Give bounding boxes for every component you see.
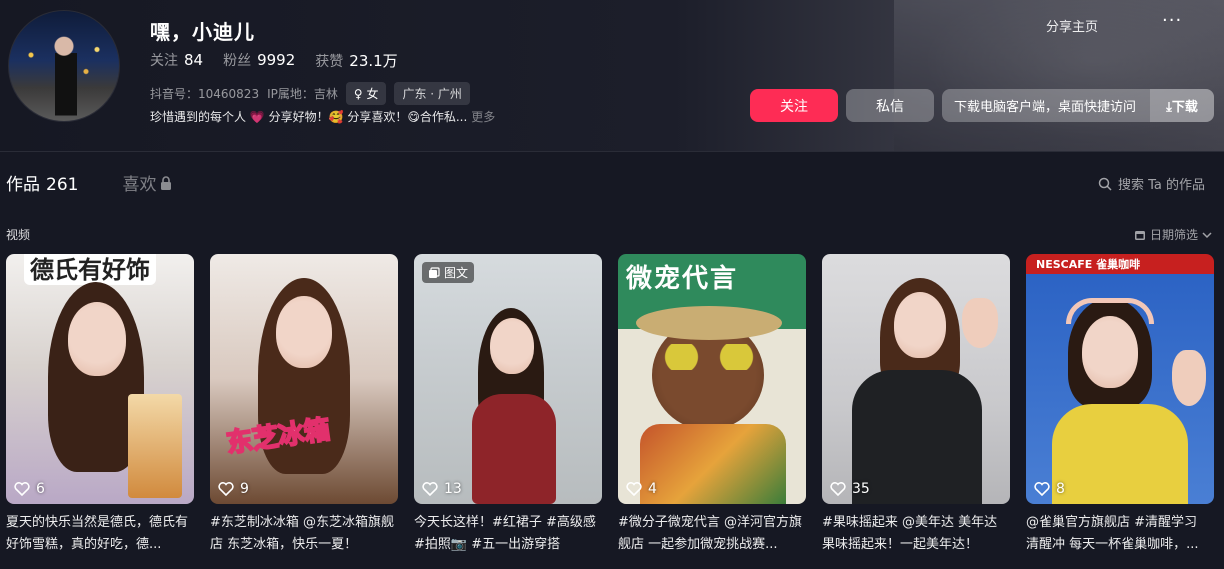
stat-label: 关注 — [150, 53, 178, 69]
video-description[interactable]: @雀巢官方旗舰店 #清醒学习 清醒冲 每天一杯雀巢咖啡，... — [1026, 512, 1214, 558]
douyin-id: 抖音号：10460823 — [150, 87, 260, 101]
tab-works-count: 261 — [46, 175, 79, 195]
video-card[interactable]: 微宠代言 4 #微分子微宠代言 @洋河官方旗舰店 一起参加微宠挑战赛... — [618, 254, 806, 558]
thumbnail-overlay-text: 微宠代言 — [626, 264, 739, 294]
thumbnail-figure — [1082, 316, 1138, 388]
video-thumbnail[interactable]: 35 — [822, 254, 1010, 504]
profile-meta: 抖音号：10460823 IP属地：吉林 ♀ 女 广东 · 广州 — [150, 82, 470, 105]
avatar[interactable] — [8, 10, 120, 122]
heart-icon — [626, 482, 642, 496]
thumbnail-product — [128, 394, 182, 498]
video-likes: 6 — [14, 481, 45, 497]
location-tag: 广东 · 广州 — [394, 82, 470, 105]
tab-works-label: 作品 — [6, 175, 40, 195]
gender-tag: ♀ 女 — [345, 82, 387, 105]
profile-tabs: 作品 261 喜欢 — [6, 170, 172, 195]
date-filter-button[interactable]: 日期筛选 — [1134, 226, 1212, 243]
bio-text: 珍惜遇到的每个人 💗 分享好物！🥰 分享喜欢！😋合作私... — [150, 110, 468, 124]
search-icon — [1098, 177, 1112, 191]
share-home-button[interactable]: 分享主页 — [1046, 16, 1098, 35]
thumbnail-sunglasses — [654, 344, 764, 370]
video-thumbnail[interactable]: 东芝冰箱 9 — [210, 254, 398, 504]
date-filter-label: 日期筛选 — [1150, 228, 1199, 242]
video-likes-count: 6 — [36, 481, 45, 497]
stat-value: 9992 — [257, 51, 296, 69]
search-placeholder: 搜索 Ta 的作品 — [1118, 178, 1206, 193]
video-thumbnail[interactable]: 图文 13 — [414, 254, 602, 504]
ip-location: IP属地：吉林 — [267, 87, 338, 101]
video-likes-count: 9 — [240, 481, 249, 497]
bio-more-link[interactable]: 更多 — [471, 108, 495, 125]
image-stack-icon — [429, 266, 440, 278]
stat-following[interactable]: 关注 84 — [150, 50, 203, 71]
video-likes-count: 4 — [648, 481, 657, 497]
video-likes-count: 35 — [852, 481, 870, 497]
thumbnail-overlay-text: 德氏有好饰 — [24, 254, 156, 285]
message-button[interactable]: 私信 — [846, 89, 934, 122]
thumbnail-dress — [472, 394, 556, 504]
video-description[interactable]: #果味摇起来 @美年达 美年达果味摇起来！一起美年达！ — [822, 512, 1010, 558]
video-card[interactable]: 德氏有好饰 6 夏天的快乐当然是德氏，德氏有好饰雪糕，真的好吃，德... — [6, 254, 194, 558]
video-likes: 9 — [218, 481, 249, 497]
download-button[interactable]: ⤓下载 — [1150, 89, 1214, 122]
video-thumbnail[interactable]: 微宠代言 4 — [618, 254, 806, 504]
video-description[interactable]: #东芝制冰冰箱 @东芝冰箱旗舰店 东芝冰箱，快乐一夏！ — [210, 512, 398, 558]
thumbnail-figure — [68, 302, 126, 376]
thumbnail-hand — [962, 298, 998, 348]
profile-bio: 珍惜遇到的每个人 💗 分享好物！🥰 分享喜欢！😋合作私... 更多 — [150, 108, 495, 125]
video-thumbnail[interactable]: 德氏有好饰 6 — [6, 254, 194, 504]
video-description[interactable]: 今天长这样！#红裙子 #高级感 #拍照📷 #五一出游穿搭 — [414, 512, 602, 558]
stat-label: 获赞 — [315, 54, 344, 70]
tab-likes-label: 喜欢 — [122, 175, 157, 195]
calendar-icon — [1135, 230, 1145, 240]
download-client-text: 下载电脑客户端，桌面快捷访问 — [954, 100, 1137, 115]
thumbnail-shirt — [852, 370, 982, 504]
stat-followers[interactable]: 粉丝 9992 — [223, 50, 295, 71]
video-description[interactable]: 夏天的快乐当然是德氏，德氏有好饰雪糕，真的好吃，德... — [6, 512, 194, 558]
video-likes: 4 — [626, 481, 657, 497]
video-card[interactable]: 35 #果味摇起来 @美年达 美年达果味摇起来！一起美年达！ — [822, 254, 1010, 558]
heart-icon — [830, 482, 846, 496]
stat-value: 23.1万 — [349, 52, 398, 70]
stat-value: 84 — [184, 51, 204, 69]
heart-icon — [218, 482, 234, 496]
video-likes-count: 8 — [1056, 481, 1065, 497]
thumbnail-shirt — [1052, 404, 1188, 504]
thumbnail-shirt — [640, 424, 786, 504]
thumbnail-figure — [490, 318, 534, 374]
section-label: 视频 — [6, 228, 31, 242]
thumbnail-hand — [1172, 350, 1206, 406]
heart-icon — [1034, 482, 1050, 496]
follow-button[interactable]: 关注 — [750, 89, 838, 122]
profile-name: 嘿，小迪儿 — [150, 20, 255, 44]
video-likes-count: 13 — [444, 481, 462, 497]
profile-stats: 关注 84 粉丝 9992 获赞 23.1万 — [150, 50, 398, 71]
thumbnail-figure — [276, 296, 332, 368]
video-card[interactable]: 图文 13 今天长这样！#红裙子 #高级感 #拍照📷 #五一出游穿搭 — [414, 254, 602, 558]
video-likes: 8 — [1034, 481, 1065, 497]
heart-icon — [422, 482, 438, 496]
thumbnail-figure — [894, 292, 946, 358]
tab-works[interactable]: 作品 261 — [6, 170, 78, 195]
thumbnail-overlay-text: NESCAFE 雀巢咖啡 — [1036, 258, 1141, 271]
video-likes: 13 — [422, 481, 462, 497]
video-card[interactable]: NESCAFE 雀巢咖啡 8 @雀巢官方旗舰店 #清醒学习 清醒冲 每天一杯雀巢… — [1026, 254, 1214, 558]
video-thumbnail[interactable]: NESCAFE 雀巢咖啡 8 — [1026, 254, 1214, 504]
photo-post-badge-label: 图文 — [444, 266, 469, 280]
more-options-icon[interactable]: ··· — [1162, 10, 1182, 31]
lock-icon — [161, 175, 172, 190]
video-description[interactable]: #微分子微宠代言 @洋河官方旗舰店 一起参加微宠挑战赛... — [618, 512, 806, 558]
heart-icon — [14, 482, 30, 496]
stat-likes-received: 获赞 23.1万 — [315, 50, 397, 71]
download-client-banner[interactable]: 下载电脑客户端，桌面快捷访问 ⤓下载 — [942, 89, 1214, 122]
video-likes: 35 — [830, 481, 870, 497]
thumbnail-hat — [636, 306, 782, 340]
profile-header: 嘿，小迪儿 关注 84 粉丝 9992 获赞 23.1万 抖音号：10460823 I… — [0, 0, 1224, 152]
video-card[interactable]: 东芝冰箱 9 #东芝制冰冰箱 @东芝冰箱旗舰店 东芝冰箱，快乐一夏！ — [210, 254, 398, 558]
stat-label: 粉丝 — [223, 53, 252, 69]
tab-likes[interactable]: 喜欢 — [122, 170, 172, 195]
photo-post-badge: 图文 — [422, 262, 475, 283]
search-works-input[interactable]: 搜索 Ta 的作品 — [1098, 174, 1205, 193]
chevron-down-icon — [1202, 231, 1212, 238]
